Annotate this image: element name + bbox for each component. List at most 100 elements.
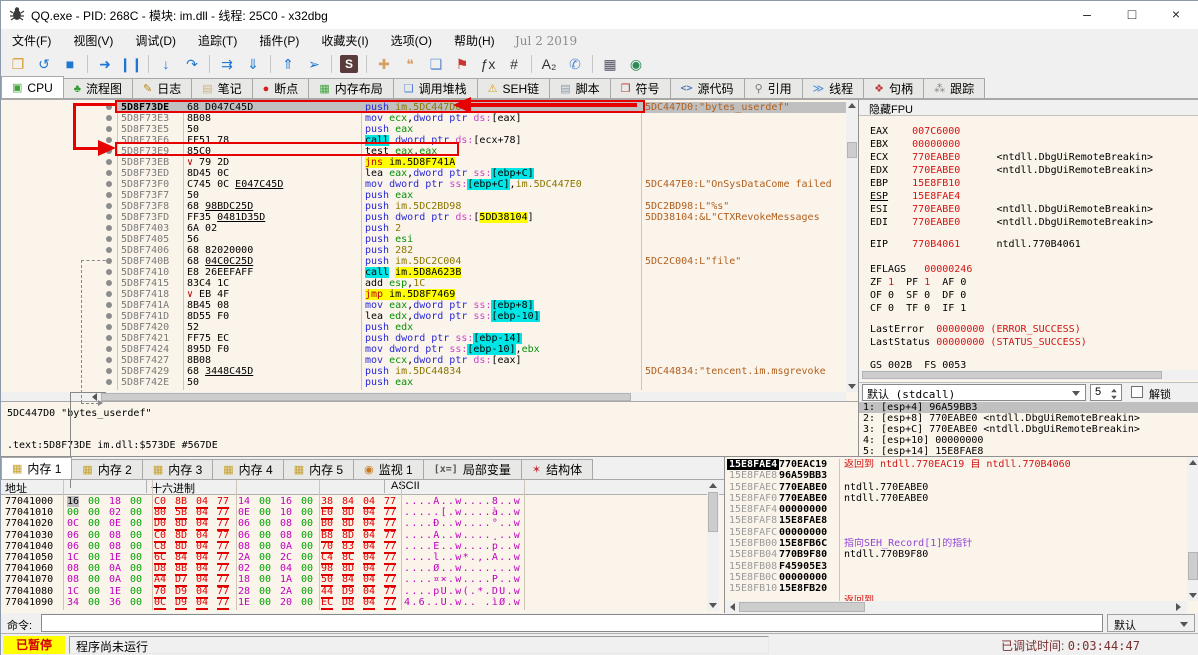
tab-dump5[interactable]: ▦ 内存 5: [282, 459, 355, 479]
stack-row[interactable]: 15E8FB00 15E8FB6C 指向SEH_Record[1]的指针: [725, 538, 1186, 549]
stack-row[interactable]: 15E8FAE8 96A59BB3: [725, 470, 1186, 481]
breakpoint-dot[interactable]: [106, 346, 112, 352]
breakpoint-dot[interactable]: [106, 302, 112, 308]
breakpoint-dot[interactable]: [106, 170, 112, 176]
argument-row[interactable]: 2: [esp+8] 770EABE0 <ntdll.DbgUiRemoteBr…: [859, 413, 1198, 424]
breakpoint-dot[interactable]: [106, 159, 112, 165]
registers-panel[interactable]: 隐藏FPU EAX 007C6000 EBX 00000000 ECX 770EAB…: [858, 99, 1198, 457]
register-line[interactable]: EFLAGS 00000246: [870, 264, 972, 275]
stack-row[interactable]: 15E8FB0C 00000000: [725, 572, 1186, 583]
tab-source[interactable]: <> 源代码: [669, 78, 745, 98]
stack-hscrollbar[interactable]: [725, 601, 1187, 613]
disasm-row[interactable]: 5D8F73E5 50 push eax: [1, 124, 846, 135]
pause-icon[interactable]: ❙❙: [119, 53, 143, 75]
stop-icon[interactable]: ■: [58, 53, 82, 75]
tab-seh[interactable]: ⚠ SEH链: [476, 78, 551, 98]
tab-notes[interactable]: ▤ 笔记: [191, 78, 253, 98]
register-line[interactable]: LastStatus 00000000 (STATUS_SUCCESS): [870, 337, 1087, 348]
disasm-row[interactable]: 5D8F7418 ∨ EB 4F jmp im.5D8F7469: [1, 289, 846, 300]
font-icon[interactable]: A₂: [537, 53, 561, 75]
disasm-row[interactable]: 5D8F73F8 68 98BDC25D push im.5DC2BD98 5DC2B…: [1, 201, 846, 212]
run-to-user-code-icon[interactable]: ➢: [302, 53, 326, 75]
menu-插件(P)[interactable]: 插件(P): [248, 29, 310, 52]
stack-row[interactable]: 15E8FB08 F45905E3: [725, 561, 1186, 572]
disasm-row[interactable]: 5D8F73ED 8D45 0C lea eax,dword ptr ss:[ebp…: [1, 168, 846, 179]
breakpoint-dot[interactable]: [106, 280, 112, 286]
bookmarks-icon[interactable]: ⚑: [450, 53, 474, 75]
memory-row[interactable]: 77041000 16 00 18 00 C0 8B 04 77 14 00 16 00 38 84 04 77…: [1, 496, 707, 509]
argument-row[interactable]: 3: [esp+C] 770EABE0 <ntdll.DbgUiRemoteBr…: [859, 424, 1198, 435]
register-line[interactable]: OF 0 SF 0 DF 0: [870, 290, 966, 301]
memory-vscrollbar[interactable]: [707, 480, 719, 611]
memory-row[interactable]: 77041040 06 00 08 00 C8 8D 04 77 08 00 0A 00 70 83 04 77…: [1, 541, 707, 554]
stack-row[interactable]: 15E8FAF8 15E8FAE8: [725, 515, 1186, 526]
tab-dump4[interactable]: ▦ 内存 4: [212, 459, 284, 479]
tab-threads[interactable]: ≫ 线程: [801, 78, 865, 98]
menu-收藏夹(I)[interactable]: 收藏夹(I): [310, 29, 379, 52]
disasm-row[interactable]: 5D8F7427 8B08 mov ecx,dword ptr ds:[eax]: [1, 355, 846, 366]
breakpoint-dot[interactable]: [106, 368, 112, 374]
execute-till-return-icon[interactable]: ⇓: [241, 53, 265, 75]
memory-row[interactable]: 77041070 08 00 0A 00 A4 D7 04 77 18 00 1A 00 50 84 04 77…: [1, 574, 707, 588]
hide-fpu-button[interactable]: 隐藏FPU: [859, 100, 1198, 116]
labels-icon[interactable]: ❏: [424, 53, 448, 75]
step-out-icon[interactable]: ⇑: [276, 53, 300, 75]
disasm-row[interactable]: 5D8F7406 68 82020000 push 282: [1, 245, 846, 256]
disasm-row[interactable]: 5D8F7429 68 3448C45D push im.5DC44834 5DC44…: [1, 366, 846, 377]
menu-文件(F)[interactable]: 文件(F): [1, 29, 62, 52]
breakpoint-dot[interactable]: [106, 115, 112, 121]
minimize-button[interactable]: –: [1065, 1, 1109, 29]
menu-选项(O)[interactable]: 选项(O): [380, 29, 443, 52]
registers-hscrollbar[interactable]: [859, 370, 1198, 380]
disasm-vscrollbar[interactable]: [846, 100, 858, 392]
register-line[interactable]: ESI 770EABE0 <ntdll.DbgUiRemoteBreakin>: [870, 204, 1153, 215]
command-mode-combo[interactable]: 默认: [1107, 614, 1195, 632]
stack-row[interactable]: 15E8FB04 770B9F80 ntdll.770B9F80: [725, 549, 1186, 560]
disasm-row[interactable]: 5D8F7410 E8 26EEFAFF call im.5D8A623B: [1, 267, 846, 278]
stack-row[interactable]: 15E8FAF0 770EABE0 ntdll.770EABE0: [725, 493, 1186, 504]
memory-row[interactable]: 77041080 1C 00 1E 00 70 D9 04 77 28 00 2A 00 44 D9 04 77…: [1, 586, 707, 599]
calling-convention-combo[interactable]: 默认 (stdcall): [862, 384, 1086, 401]
disasm-row[interactable]: 5D8F73F0 C745 0C E047C45D mov dword ptr ss…: [1, 179, 846, 190]
register-line[interactable]: EAX 007C6000: [870, 126, 960, 137]
open-file-icon[interactable]: ❐: [6, 53, 30, 75]
argument-row[interactable]: 1: [esp+4] 96A59BB3: [859, 402, 1198, 413]
breakpoint-dot[interactable]: [106, 313, 112, 319]
tab-references[interactable]: ⚲ 引用: [743, 78, 803, 98]
disasm-row[interactable]: 5D8F73E3 8B08 mov ecx,dword ptr ds:[eax]: [1, 113, 846, 124]
restart-icon[interactable]: ↺: [32, 53, 56, 75]
animate-into-icon[interactable]: ⇉: [215, 53, 239, 75]
menu-视图(V)[interactable]: 视图(V): [62, 29, 124, 52]
menu-帮助(H)[interactable]: 帮助(H): [443, 29, 506, 52]
tab-dump2[interactable]: ▦ 内存 2: [71, 459, 143, 479]
memory-row[interactable]: 77041010 00 00 02 00 80 5B 04 77 0E 00 10 00 E0 8D 04 77…: [1, 507, 707, 521]
stack-vscrollbar[interactable]: [1187, 457, 1198, 601]
tab-script[interactable]: ▤ 脚本: [549, 78, 611, 98]
tab-trace[interactable]: ⁂ 跟踪: [923, 78, 986, 98]
breakpoint-dot[interactable]: [106, 181, 112, 187]
memory-row[interactable]: 77041050 1C 00 1E 00 6C 84 04 77 2A 00 2C 00 C4 8C 04 77…: [1, 552, 707, 565]
disasm-row[interactable]: 5D8F7415 83C4 1C add esp,1C: [1, 278, 846, 289]
breakpoint-dot[interactable]: [106, 335, 112, 341]
disasm-row[interactable]: 5D8F7403 6A 02 push 2: [1, 223, 846, 234]
disasm-row[interactable]: 5D8F7420 52 push edx: [1, 322, 846, 333]
tab-graph[interactable]: ♣ 流程图: [62, 78, 133, 98]
stack-row[interactable]: 15E8FAEC 770EABE0 ntdll.770EABE0: [725, 482, 1186, 493]
memory-row[interactable]: 77041090 34 00 36 00 0C D9 04 77 1E 00 20 00 EC D8 04 77…: [1, 597, 707, 610]
notes-device-icon[interactable]: ✆: [563, 53, 587, 75]
hash-icon[interactable]: #: [502, 53, 526, 75]
step-into-icon[interactable]: ↓: [154, 53, 178, 75]
stack-panel[interactable]: 15E8FAE4 770EAC19 返回到 ntdll.770EAC19 自 ntd…: [724, 456, 1198, 613]
register-line[interactable]: ESP 15E8FAE4: [870, 191, 960, 202]
disasm-row[interactable]: 5D8F7421 FF75 EC push dword ptr ss:[ebp-14…: [1, 333, 846, 344]
tab-locals[interactable]: [x=] 局部变量: [422, 459, 522, 479]
memory-row[interactable]: 77041060 08 00 0A 00 D8 8B 04 77 02 00 04 00 98 8D 04 77…: [1, 563, 707, 577]
tab-memory-map[interactable]: ▦ 内存布局: [308, 78, 394, 98]
tab-dump3[interactable]: ▦ 内存 3: [141, 459, 214, 479]
stack-row[interactable]: 15E8FAFC 00000000: [725, 527, 1186, 538]
source-mode-icon[interactable]: S: [340, 55, 358, 73]
register-line[interactable]: EIP 770B4061 ntdll.770B4061: [870, 239, 1081, 250]
preferences-globe-icon[interactable]: ◉: [624, 53, 648, 75]
disasm-row[interactable]: 5D8F742E 50 push eax: [1, 377, 846, 388]
register-line[interactable]: CF 0 TF 0 IF 1: [870, 303, 966, 314]
